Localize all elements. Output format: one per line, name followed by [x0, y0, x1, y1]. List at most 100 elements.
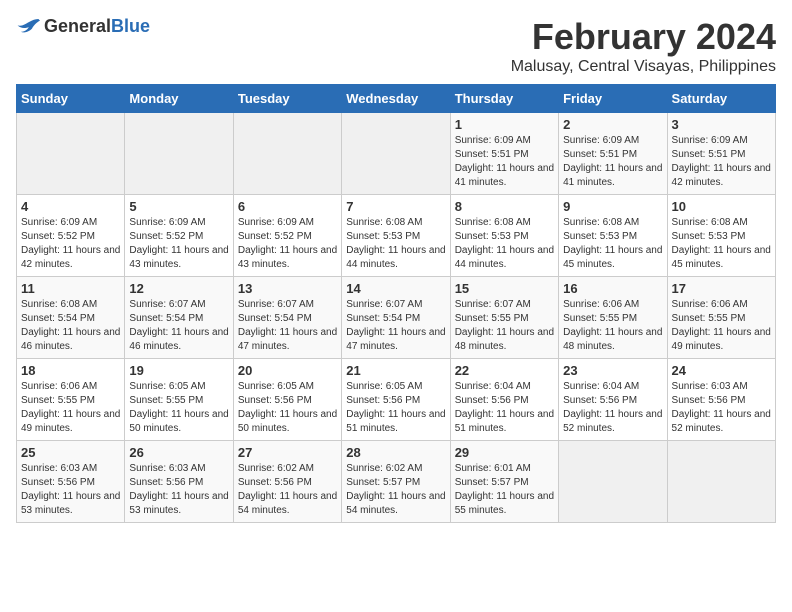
day-detail: Sunrise: 6:07 AM Sunset: 5:54 PM Dayligh…	[129, 298, 228, 354]
day-number: 22	[455, 363, 554, 378]
calendar-table: SundayMondayTuesdayWednesdayThursdayFrid…	[16, 84, 776, 523]
logo-blue: Blue	[111, 16, 150, 36]
weekday-header-wednesday: Wednesday	[342, 85, 450, 113]
calendar-cell: 17 Sunrise: 6:06 AM Sunset: 5:55 PM Dayli…	[667, 277, 775, 359]
day-number: 29	[455, 445, 554, 460]
calendar-cell: 23 Sunrise: 6:04 AM Sunset: 5:56 PM Dayli…	[559, 359, 667, 441]
calendar-cell: 2 Sunrise: 6:09 AM Sunset: 5:51 PM Daylig…	[559, 113, 667, 195]
day-detail: Sunrise: 6:02 AM Sunset: 5:57 PM Dayligh…	[346, 462, 445, 518]
day-number: 17	[672, 281, 771, 296]
calendar-cell: 27 Sunrise: 6:02 AM Sunset: 5:56 PM Dayli…	[233, 441, 341, 523]
day-number: 24	[672, 363, 771, 378]
calendar-cell: 1 Sunrise: 6:09 AM Sunset: 5:51 PM Daylig…	[450, 113, 558, 195]
day-detail: Sunrise: 6:08 AM Sunset: 5:53 PM Dayligh…	[455, 216, 554, 272]
calendar-cell: 21Sunrise: 6:05 AM Sunset: 5:56 PM Dayli…	[342, 359, 450, 441]
day-number: 3	[672, 117, 771, 132]
calendar-week-row: 11 Sunrise: 6:08 AM Sunset: 5:54 PM Dayli…	[17, 277, 776, 359]
header: GeneralBlue February 2024 Malusay, Centr…	[16, 16, 776, 76]
calendar-cell: 9 Sunrise: 6:08 AM Sunset: 5:53 PM Daylig…	[559, 195, 667, 277]
day-detail: Sunrise: 6:05 AM Sunset: 5:56 PM Dayligh…	[238, 380, 337, 436]
day-number: 10	[672, 199, 771, 214]
day-detail: Sunrise: 6:06 AM Sunset: 5:55 PM Dayligh…	[21, 380, 120, 436]
calendar-cell	[17, 113, 125, 195]
day-detail: Sunrise: 6:05 AM Sunset: 5:56 PM Dayligh…	[346, 380, 445, 436]
calendar-cell: 22 Sunrise: 6:04 AM Sunset: 5:56 PM Dayli…	[450, 359, 558, 441]
day-detail: Sunrise: 6:07 AM Sunset: 5:54 PM Dayligh…	[238, 298, 337, 354]
day-detail: Sunrise: 6:03 AM Sunset: 5:56 PM Dayligh…	[21, 462, 120, 518]
day-number: 23	[563, 363, 662, 378]
day-detail: Sunrise: 6:05 AM Sunset: 5:55 PM Dayligh…	[129, 380, 228, 436]
day-number: 9	[563, 199, 662, 214]
day-number: 25	[21, 445, 120, 460]
calendar-cell: 8 Sunrise: 6:08 AM Sunset: 5:53 PM Daylig…	[450, 195, 558, 277]
calendar-cell	[125, 113, 233, 195]
weekday-header-tuesday: Tuesday	[233, 85, 341, 113]
day-number: 18	[21, 363, 120, 378]
calendar-cell: 11 Sunrise: 6:08 AM Sunset: 5:54 PM Dayli…	[17, 277, 125, 359]
calendar-subtitle: Malusay, Central Visayas, Philippines	[511, 58, 776, 76]
day-detail: Sunrise: 6:03 AM Sunset: 5:56 PM Dayligh…	[129, 462, 228, 518]
calendar-cell: 6Sunrise: 6:09 AM Sunset: 5:52 PM Daylig…	[233, 195, 341, 277]
day-detail: Sunrise: 6:08 AM Sunset: 5:53 PM Dayligh…	[563, 216, 662, 272]
day-number: 28	[346, 445, 445, 460]
weekday-header-friday: Friday	[559, 85, 667, 113]
day-detail: Sunrise: 6:06 AM Sunset: 5:55 PM Dayligh…	[672, 298, 771, 354]
weekday-header-row: SundayMondayTuesdayWednesdayThursdayFrid…	[17, 85, 776, 113]
calendar-cell: 12 Sunrise: 6:07 AM Sunset: 5:54 PM Dayli…	[125, 277, 233, 359]
calendar-cell: 13 Sunrise: 6:07 AM Sunset: 5:54 PM Dayli…	[233, 277, 341, 359]
day-detail: Sunrise: 6:04 AM Sunset: 5:56 PM Dayligh…	[563, 380, 662, 436]
day-detail: Sunrise: 6:01 AM Sunset: 5:57 PM Dayligh…	[455, 462, 554, 518]
calendar-cell	[342, 113, 450, 195]
weekday-header-monday: Monday	[125, 85, 233, 113]
day-number: 5	[129, 199, 228, 214]
day-detail: Sunrise: 6:07 AM Sunset: 5:54 PM Dayligh…	[346, 298, 445, 354]
day-detail: Sunrise: 6:06 AM Sunset: 5:55 PM Dayligh…	[563, 298, 662, 354]
day-detail: Sunrise: 6:04 AM Sunset: 5:56 PM Dayligh…	[455, 380, 554, 436]
day-detail: Sunrise: 6:07 AM Sunset: 5:55 PM Dayligh…	[455, 298, 554, 354]
day-number: 12	[129, 281, 228, 296]
calendar-week-row: 4Sunrise: 6:09 AM Sunset: 5:52 PM Daylig…	[17, 195, 776, 277]
calendar-cell	[667, 441, 775, 523]
calendar-cell: 3 Sunrise: 6:09 AM Sunset: 5:51 PM Daylig…	[667, 113, 775, 195]
day-number: 1	[455, 117, 554, 132]
day-detail: Sunrise: 6:09 AM Sunset: 5:52 PM Dayligh…	[21, 216, 120, 272]
logo-bird-icon	[16, 17, 40, 37]
day-number: 13	[238, 281, 337, 296]
day-number: 14	[346, 281, 445, 296]
calendar-cell: 4Sunrise: 6:09 AM Sunset: 5:52 PM Daylig…	[17, 195, 125, 277]
calendar-week-row: 1 Sunrise: 6:09 AM Sunset: 5:51 PM Daylig…	[17, 113, 776, 195]
day-detail: Sunrise: 6:08 AM Sunset: 5:54 PM Dayligh…	[21, 298, 120, 354]
day-detail: Sunrise: 6:09 AM Sunset: 5:51 PM Dayligh…	[672, 134, 771, 190]
calendar-cell: 10Sunrise: 6:08 AM Sunset: 5:53 PM Dayli…	[667, 195, 775, 277]
day-number: 27	[238, 445, 337, 460]
day-number: 8	[455, 199, 554, 214]
calendar-week-row: 25 Sunrise: 6:03 AM Sunset: 5:56 PM Dayli…	[17, 441, 776, 523]
logo-general: General	[44, 16, 111, 36]
calendar-cell: 5 Sunrise: 6:09 AM Sunset: 5:52 PM Daylig…	[125, 195, 233, 277]
calendar-title: February 2024	[511, 16, 776, 58]
calendar-cell	[559, 441, 667, 523]
day-detail: Sunrise: 6:09 AM Sunset: 5:51 PM Dayligh…	[563, 134, 662, 190]
day-detail: Sunrise: 6:09 AM Sunset: 5:51 PM Dayligh…	[455, 134, 554, 190]
day-number: 7	[346, 199, 445, 214]
calendar-cell: 7 Sunrise: 6:08 AM Sunset: 5:53 PM Daylig…	[342, 195, 450, 277]
day-detail: Sunrise: 6:08 AM Sunset: 5:53 PM Dayligh…	[346, 216, 445, 272]
calendar-cell: 15 Sunrise: 6:07 AM Sunset: 5:55 PM Dayli…	[450, 277, 558, 359]
day-number: 2	[563, 117, 662, 132]
calendar-cell	[233, 113, 341, 195]
calendar-cell: 18 Sunrise: 6:06 AM Sunset: 5:55 PM Dayli…	[17, 359, 125, 441]
calendar-cell: 25 Sunrise: 6:03 AM Sunset: 5:56 PM Dayli…	[17, 441, 125, 523]
day-number: 26	[129, 445, 228, 460]
calendar-cell: 16 Sunrise: 6:06 AM Sunset: 5:55 PM Dayli…	[559, 277, 667, 359]
weekday-header-sunday: Sunday	[17, 85, 125, 113]
calendar-cell: 14 Sunrise: 6:07 AM Sunset: 5:54 PM Dayli…	[342, 277, 450, 359]
day-number: 15	[455, 281, 554, 296]
day-detail: Sunrise: 6:09 AM Sunset: 5:52 PM Dayligh…	[129, 216, 228, 272]
calendar-cell: 19Sunrise: 6:05 AM Sunset: 5:55 PM Dayli…	[125, 359, 233, 441]
calendar-cell: 28 Sunrise: 6:02 AM Sunset: 5:57 PM Dayli…	[342, 441, 450, 523]
day-number: 16	[563, 281, 662, 296]
day-number: 11	[21, 281, 120, 296]
day-number: 20	[238, 363, 337, 378]
day-detail: Sunrise: 6:03 AM Sunset: 5:56 PM Dayligh…	[672, 380, 771, 436]
day-detail: Sunrise: 6:02 AM Sunset: 5:56 PM Dayligh…	[238, 462, 337, 518]
